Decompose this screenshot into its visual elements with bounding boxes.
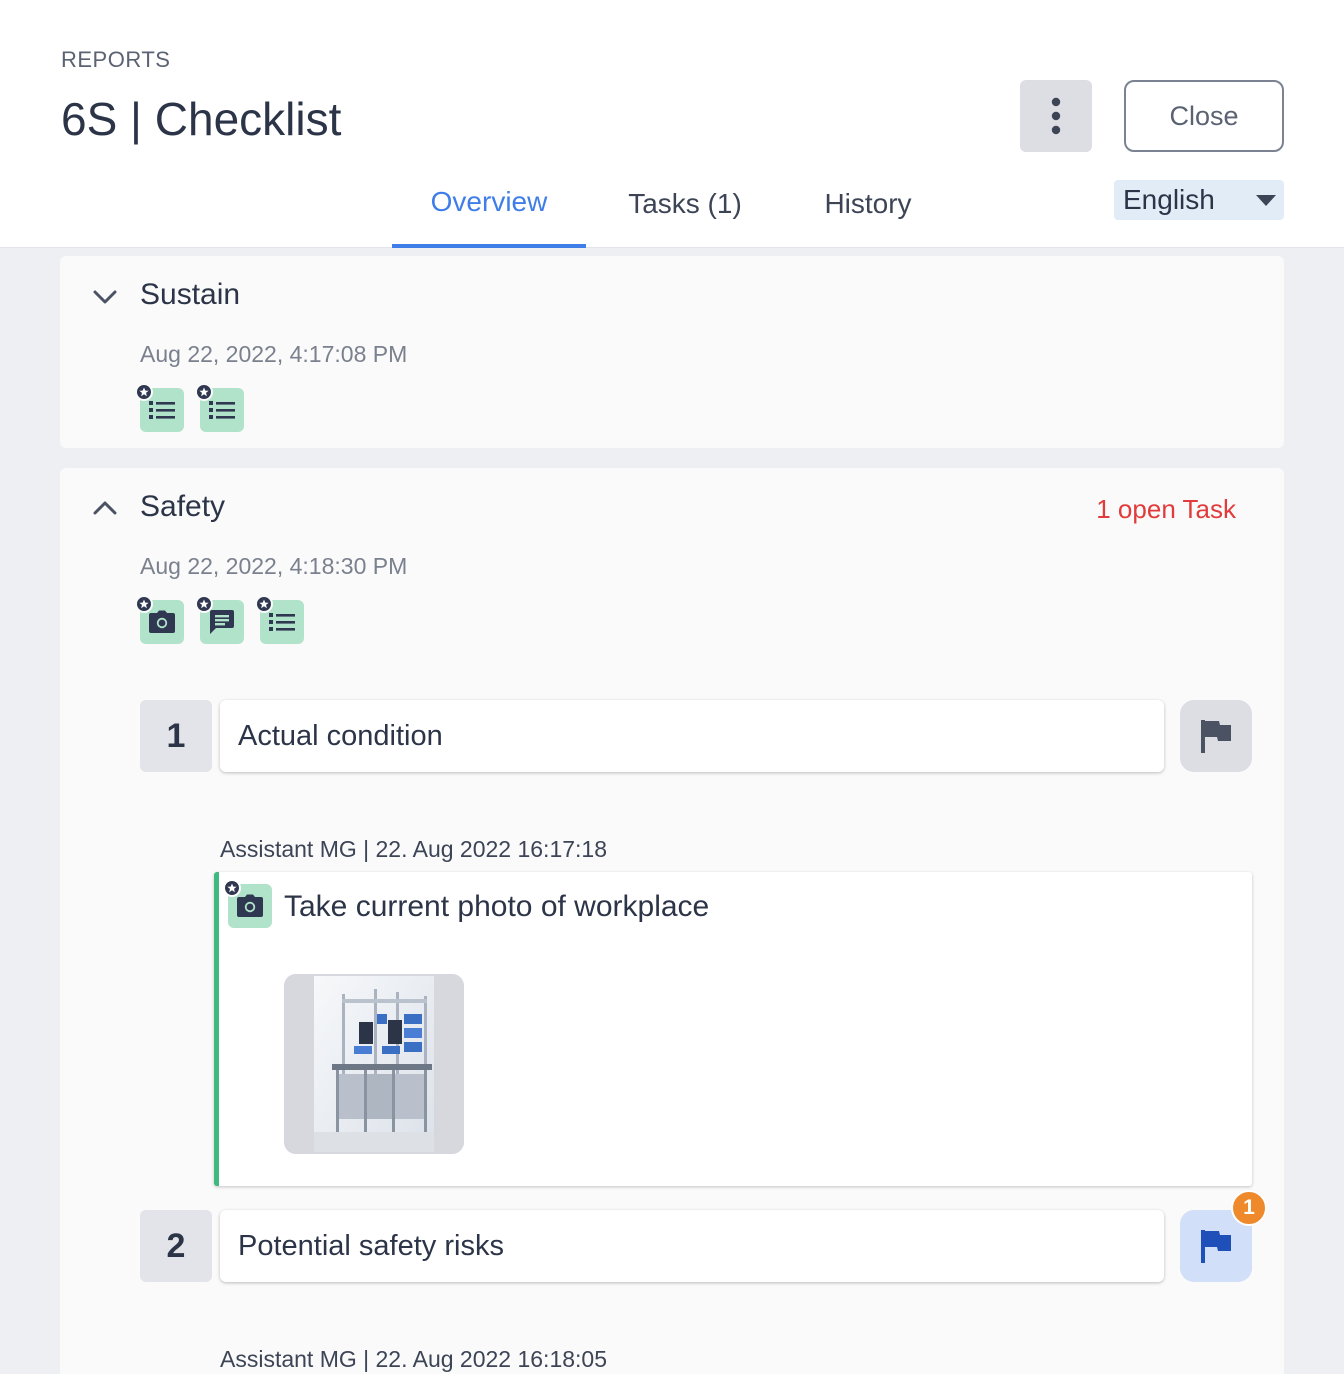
- tab-history[interactable]: History: [804, 160, 932, 248]
- camera-badge: [223, 879, 272, 928]
- language-select[interactable]: English: [1114, 180, 1284, 220]
- section-card-safety: Safety 1 open Task Aug 22, 2022, 4:18:30…: [60, 468, 1284, 1374]
- checklist-badge: [195, 383, 244, 432]
- comment-icon: [210, 610, 234, 634]
- more-vertical-icon: [1051, 97, 1061, 135]
- checklist-icon: [149, 401, 175, 419]
- star-icon: [135, 383, 153, 401]
- page-title: 6S | Checklist: [61, 93, 342, 145]
- flag-icon: [1201, 720, 1231, 753]
- checklist-icon: [269, 613, 295, 631]
- answer-card: Take current photo of workplace: [214, 872, 1252, 1186]
- chevron-down-icon: [1256, 195, 1276, 206]
- star-icon: [223, 879, 241, 897]
- checklist-icon: [209, 401, 235, 419]
- tab-tasks[interactable]: Tasks (1): [606, 160, 764, 248]
- star-icon: [195, 383, 213, 401]
- checklist-badge: [135, 383, 184, 432]
- section-date: Aug 22, 2022, 4:18:30 PM: [140, 553, 408, 579]
- answer-text: Take current photo of workplace: [284, 890, 710, 923]
- tab-overview[interactable]: Overview: [392, 160, 586, 248]
- breadcrumb[interactable]: REPORTS: [61, 47, 170, 73]
- close-button[interactable]: Close: [1124, 80, 1284, 152]
- star-icon: [135, 595, 153, 613]
- chevron-down-icon[interactable]: [92, 284, 118, 310]
- camera-icon: [149, 610, 175, 633]
- page-header: REPORTS 6S | Checklist Close Overview Ta…: [0, 0, 1344, 248]
- star-icon: [195, 595, 213, 613]
- star-icon: [255, 595, 273, 613]
- flag-task-button[interactable]: [1180, 700, 1252, 772]
- question-item[interactable]: Actual condition: [220, 700, 1164, 772]
- section-date: Aug 22, 2022, 4:17:08 PM: [140, 341, 408, 367]
- section-card-sustain: Sustain Aug 22, 2022, 4:17:08 PM: [60, 256, 1284, 448]
- task-count-badge: 1: [1231, 1190, 1267, 1226]
- answer-meta: Assistant MG | 22. Aug 2022 16:18:05: [220, 1346, 608, 1372]
- comment-badge: [195, 595, 244, 644]
- question-number: 1: [140, 700, 212, 772]
- chevron-up-icon[interactable]: [92, 495, 118, 521]
- camera-badge: [135, 595, 184, 644]
- flag-icon: [1201, 1230, 1231, 1263]
- checklist-badge: [255, 595, 304, 644]
- section-title[interactable]: Safety: [140, 490, 225, 524]
- question-number: 2: [140, 1210, 212, 1282]
- section-title[interactable]: Sustain: [140, 278, 240, 312]
- open-tasks-label[interactable]: 1 open Task: [1096, 494, 1236, 525]
- camera-icon: [237, 894, 263, 917]
- workplace-photo-image: [284, 974, 464, 1154]
- workplace-photo[interactable]: [284, 974, 464, 1154]
- answer-meta: Assistant MG | 22. Aug 2022 16:17:18: [220, 836, 608, 862]
- more-options-button[interactable]: [1020, 80, 1092, 152]
- language-select-value: English: [1123, 184, 1215, 215]
- question-item[interactable]: Potential safety risks: [220, 1210, 1164, 1282]
